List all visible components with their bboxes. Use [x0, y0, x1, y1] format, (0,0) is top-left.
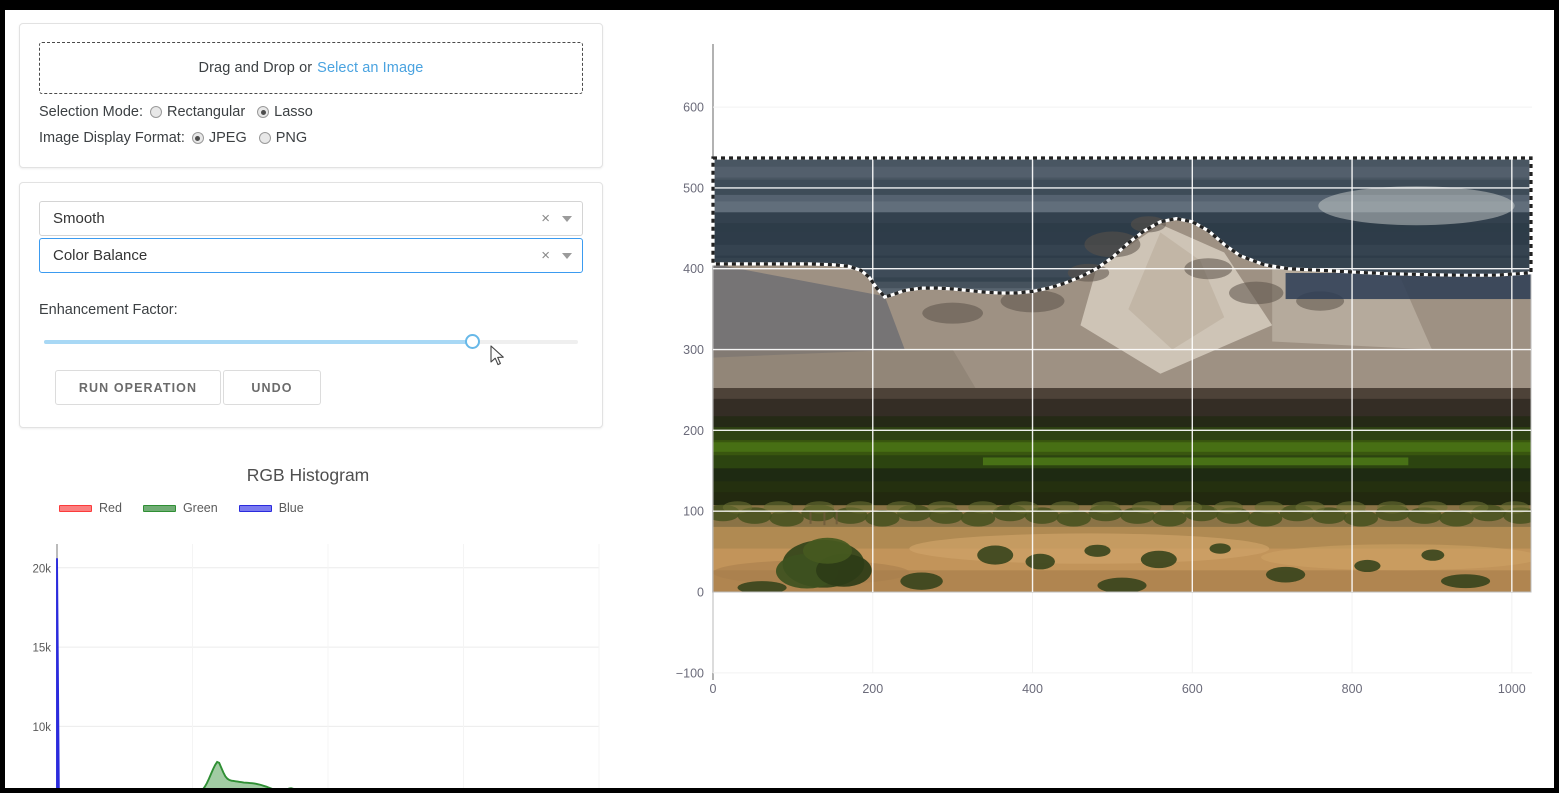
- svg-text:400: 400: [1022, 682, 1043, 696]
- radio-rectangular-label: Rectangular: [166, 104, 246, 120]
- chevron-down-icon[interactable]: [562, 252, 572, 259]
- svg-text:−100: −100: [676, 666, 704, 680]
- radio-png-label: PNG: [275, 130, 308, 146]
- svg-text:1000: 1000: [1498, 682, 1526, 696]
- svg-text:300: 300: [683, 343, 704, 357]
- svg-text:10k: 10k: [32, 722, 51, 734]
- radio-lasso-label: Lasso: [274, 104, 313, 120]
- histogram-plot[interactable]: 5k10k15k20k: [13, 540, 603, 793]
- display-format-label: Image Display Format:: [39, 130, 185, 146]
- slider-thumb[interactable]: [465, 334, 481, 349]
- svg-text:200: 200: [862, 682, 883, 696]
- operation-select-1[interactable]: Smooth ×: [39, 201, 583, 236]
- svg-text:100: 100: [683, 505, 704, 519]
- display-format-row: Image Display Format: JPEG PNG: [39, 130, 583, 146]
- clear-icon[interactable]: ×: [541, 211, 550, 226]
- image-view-panel: −100 0 100 200 300 400 500 600 0 200 400 600 800 1000: [645, 10, 1554, 793]
- enhancement-factor-label: Enhancement Factor:: [39, 302, 178, 318]
- dropzone-text: Drag and Drop or: [198, 60, 313, 76]
- legend-label-red: Red: [99, 501, 122, 515]
- legend-item-blue[interactable]: Blue: [238, 501, 304, 515]
- legend-label-green: Green: [182, 501, 218, 515]
- operation-select-2[interactable]: Color Balance ×: [39, 238, 583, 273]
- selection-mode-label: Selection Mode:: [39, 104, 143, 120]
- histogram-legend: Red Green Blue: [59, 501, 603, 515]
- svg-text:15k: 15k: [32, 643, 51, 655]
- svg-text:0: 0: [697, 586, 704, 600]
- radio-png-dot[interactable]: [258, 132, 271, 144]
- window-title-bar: [0, 0, 1559, 10]
- selection-mode-row: Selection Mode: Rectangular Lasso: [39, 104, 583, 120]
- svg-text:0: 0: [710, 682, 717, 696]
- clear-icon[interactable]: ×: [541, 248, 550, 263]
- image-plot[interactable]: −100 0 100 200 300 400 500 600 0 200 400 600 800 1000: [645, 10, 1554, 793]
- radio-rectangular[interactable]: Rectangular: [149, 104, 246, 120]
- select-image-link[interactable]: Select an Image: [317, 60, 423, 76]
- undo-button[interactable]: UNDO: [223, 370, 321, 405]
- svg-text:600: 600: [1182, 682, 1203, 696]
- upload-card: Drag and Drop or Select an Image Selecti…: [19, 23, 603, 168]
- operation-select-1-value: Smooth: [53, 210, 105, 227]
- radio-lasso[interactable]: Lasso: [257, 104, 313, 120]
- histogram-title: RGB Histogram: [246, 465, 370, 485]
- rgb-histogram-panel: RGB Histogram Red Green Blue 5k10k15k20k: [13, 448, 603, 793]
- controls-panel: Drag and Drop or Select an Image Selecti…: [13, 18, 603, 793]
- legend-swatch-green: [142, 504, 176, 512]
- enhancement-factor-slider[interactable]: [39, 334, 583, 350]
- operations-card: Smooth × Color Balance × Enhancement Fac…: [19, 182, 603, 428]
- svg-text:500: 500: [683, 181, 704, 195]
- radio-lasso-dot[interactable]: [257, 106, 270, 118]
- legend-item-green[interactable]: Green: [142, 501, 218, 515]
- svg-text:800: 800: [1342, 682, 1363, 696]
- svg-text:200: 200: [683, 424, 704, 438]
- radio-png[interactable]: PNG: [258, 130, 308, 146]
- run-operation-button[interactable]: RUN OPERATION: [55, 370, 221, 405]
- radio-rectangular-dot[interactable]: [149, 106, 162, 118]
- operation-select-2-value: Color Balance: [53, 247, 148, 264]
- slider-fill: [44, 340, 473, 344]
- legend-swatch-red: [59, 504, 92, 512]
- radio-jpeg[interactable]: JPEG: [191, 130, 247, 146]
- image-dropzone[interactable]: Drag and Drop or Select an Image: [39, 42, 583, 94]
- svg-text:600: 600: [683, 101, 704, 115]
- radio-jpeg-dot[interactable]: [191, 132, 204, 144]
- legend-item-red[interactable]: Red: [59, 501, 122, 515]
- svg-text:400: 400: [683, 262, 704, 276]
- svg-text:20k: 20k: [32, 563, 51, 575]
- radio-jpeg-label: JPEG: [208, 130, 247, 146]
- legend-label-blue: Blue: [278, 501, 304, 515]
- action-buttons: RUN OPERATION UNDO: [55, 370, 321, 405]
- app-window: Drag and Drop or Select an Image Selecti…: [0, 0, 1559, 793]
- legend-swatch-blue: [238, 504, 272, 512]
- chevron-down-icon[interactable]: [562, 215, 572, 222]
